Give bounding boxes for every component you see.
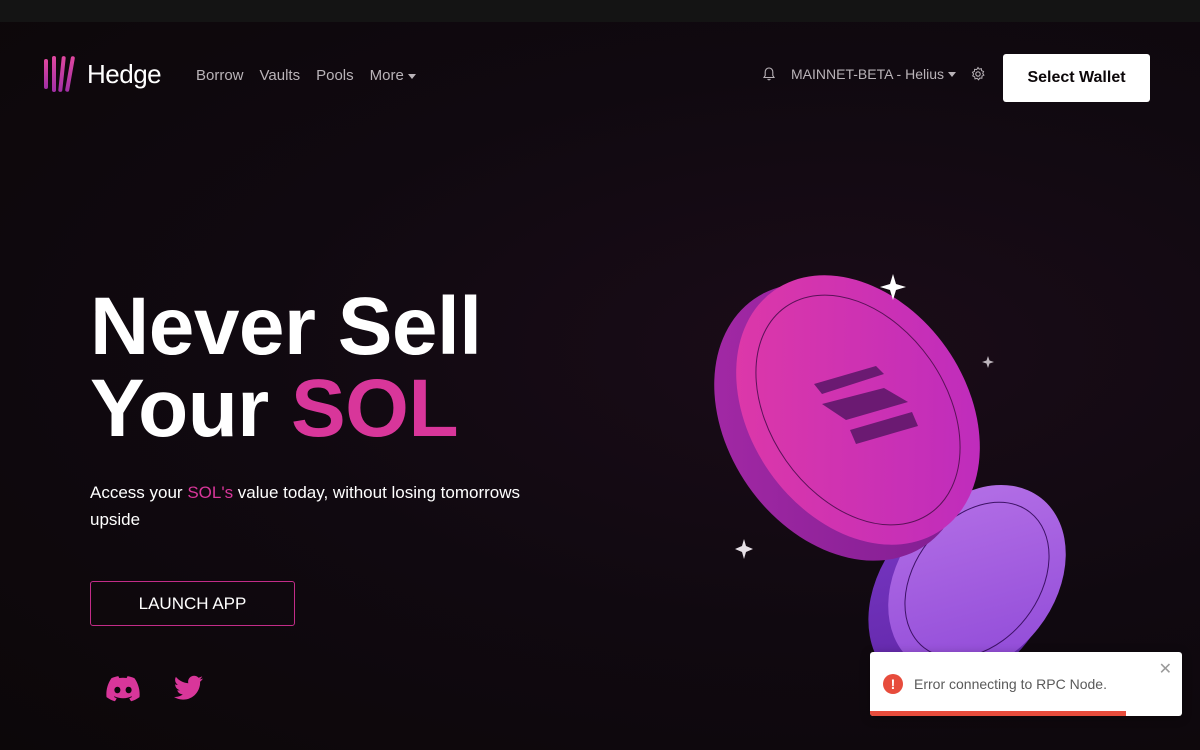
subtitle-accent: SOL's bbox=[187, 483, 234, 502]
hero-title: Never Sell Your SOL bbox=[90, 286, 482, 450]
error-icon: ! bbox=[883, 674, 903, 694]
nav-item-label: Borrow bbox=[196, 67, 244, 84]
network-selector[interactable]: MAINNET-BETA - Helius bbox=[791, 66, 956, 82]
hedge-logo-icon bbox=[44, 56, 75, 92]
nav-item-vaults[interactable]: Vaults bbox=[260, 67, 301, 84]
close-icon[interactable]: ✕ bbox=[1159, 662, 1172, 678]
error-toast: ! Error connecting to RPC Node. ✕ bbox=[870, 652, 1182, 716]
discord-icon[interactable] bbox=[106, 674, 140, 702]
landing-page: Hedge Borrow Vaults Pools More MAINNET-B… bbox=[0, 22, 1200, 750]
main-nav: Borrow Vaults Pools More bbox=[196, 67, 416, 84]
hero-title-prefix: Your bbox=[90, 363, 291, 454]
nav-item-borrow[interactable]: Borrow bbox=[196, 67, 244, 84]
toast-message: Error connecting to RPC Node. bbox=[914, 676, 1107, 692]
nav-item-more[interactable]: More bbox=[370, 67, 416, 84]
twitter-icon[interactable] bbox=[172, 674, 206, 702]
hero-subtitle: Access your SOL's value today, without l… bbox=[90, 479, 550, 533]
chevron-down-icon bbox=[948, 72, 956, 77]
gear-icon[interactable] bbox=[970, 66, 986, 82]
hero-title-line1: Never Sell bbox=[90, 281, 482, 372]
social-links bbox=[106, 674, 206, 702]
hero-title-accent: SOL bbox=[290, 363, 459, 454]
header-actions: MAINNET-BETA - Helius bbox=[761, 66, 986, 82]
nav-item-label: More bbox=[369, 67, 404, 84]
select-wallet-button[interactable]: Select Wallet bbox=[1003, 54, 1150, 102]
nav-item-label: Vaults bbox=[259, 67, 301, 84]
chevron-down-icon bbox=[407, 73, 416, 79]
sparkle-icon bbox=[735, 539, 753, 559]
hero-title-line2: Your SOL bbox=[90, 368, 482, 450]
subtitle-prefix: Access your bbox=[90, 483, 188, 502]
launch-app-button[interactable]: LAUNCH APP bbox=[90, 581, 295, 626]
network-label: MAINNET-BETA - Helius bbox=[791, 66, 944, 82]
bell-icon[interactable] bbox=[761, 66, 777, 82]
nav-item-pools[interactable]: Pools bbox=[316, 67, 354, 84]
brand-name: Hedge bbox=[87, 58, 162, 89]
browser-top-strip bbox=[0, 0, 1200, 22]
sol-coins-illustration bbox=[714, 274, 1066, 693]
sparkle-icon bbox=[982, 356, 994, 368]
toast-progress-bar bbox=[870, 711, 1126, 716]
brand-logo[interactable]: Hedge bbox=[43, 55, 162, 93]
nav-item-label: Pools bbox=[316, 67, 354, 84]
